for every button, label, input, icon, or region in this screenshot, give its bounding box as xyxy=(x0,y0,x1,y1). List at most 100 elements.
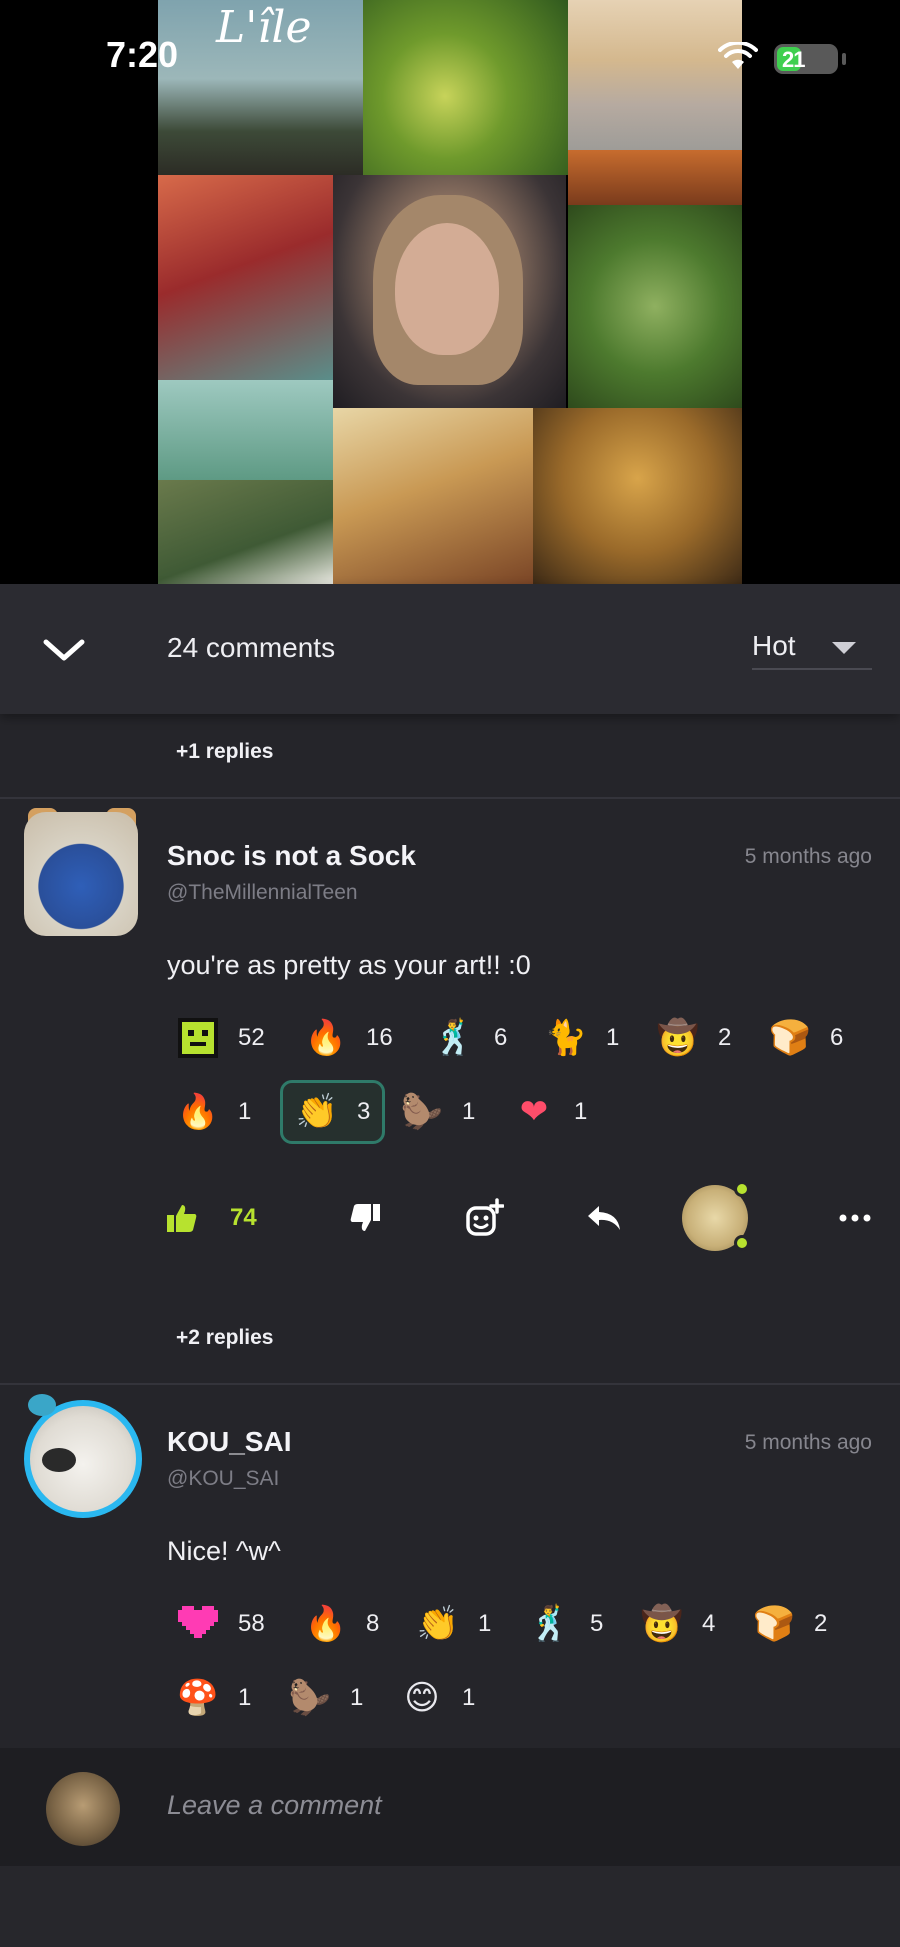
badge-dot xyxy=(734,1181,750,1197)
reaction-count: 1 xyxy=(462,1684,476,1711)
reaction-chip[interactable]: 🍞 2 xyxy=(752,1594,828,1654)
reaction-chip[interactable]: 58 xyxy=(176,1594,265,1654)
view-replies-link[interactable]: +1 replies xyxy=(176,740,273,764)
comment-count: 24 comments xyxy=(167,632,336,663)
collage-tile-sky xyxy=(158,380,333,480)
post-image-area[interactable]: L'île 7:20 21 xyxy=(0,0,900,584)
comment-handle[interactable]: @KOU_SAI xyxy=(167,1467,279,1491)
avatar[interactable] xyxy=(24,812,138,936)
comment-action-bar: 74 xyxy=(0,1178,900,1258)
sort-dropdown[interactable]: Hot xyxy=(752,620,872,670)
comment-text: Nice! ^w^ xyxy=(167,1536,281,1566)
view-replies-link[interactable]: +2 replies xyxy=(176,1326,273,1350)
collage-tile-kitchen xyxy=(333,408,533,584)
reaction-chip[interactable]: 🔥 16 xyxy=(304,1008,393,1068)
add-emoji-icon xyxy=(466,1198,504,1236)
add-reaction-button[interactable] xyxy=(456,1178,512,1258)
reaction-chip-selected[interactable]: 👏 3 xyxy=(280,1080,386,1144)
reply-button[interactable] xyxy=(578,1178,630,1258)
bread-icon: 🍞 xyxy=(768,1019,812,1057)
collapse-comments-button[interactable] xyxy=(38,624,90,676)
like-count: 74 xyxy=(230,1204,257,1231)
reaction-chip[interactable]: 👏 1 xyxy=(416,1594,492,1654)
reaction-count: 52 xyxy=(238,1024,265,1051)
reaction-count: 5 xyxy=(590,1610,604,1637)
battery-tip xyxy=(842,53,846,65)
collage-tile-jungle xyxy=(363,0,568,175)
bread-icon: 🍞 xyxy=(752,1605,796,1643)
beaver-icon: 🦫 xyxy=(288,1679,332,1717)
reaction-count: 1 xyxy=(462,1098,476,1125)
reply-arrow-icon xyxy=(588,1206,620,1230)
more-dots-icon xyxy=(839,1214,871,1222)
like-button[interactable]: 74 xyxy=(166,1178,276,1258)
reaction-count: 2 xyxy=(814,1610,828,1637)
status-time: 7:20 xyxy=(106,34,179,75)
reaction-chip[interactable]: 🦫 1 xyxy=(288,1668,364,1728)
reaction-count: 6 xyxy=(494,1024,508,1051)
comments-header: 24 comments Hot xyxy=(0,584,900,714)
comment-text: you're as pretty as your art!! :0 xyxy=(167,950,531,980)
collage-tile-comic xyxy=(568,150,742,205)
comment-handle[interactable]: @TheMillennialTeen xyxy=(167,881,358,905)
green-pixel-face-icon xyxy=(176,1016,220,1060)
dislike-button[interactable] xyxy=(340,1178,390,1258)
comment-timestamp: 5 months ago xyxy=(744,845,872,868)
reaction-count: 2 xyxy=(718,1024,732,1051)
dancing-figure-icon: 🕺 xyxy=(528,1605,572,1643)
pink-pixel-heart-icon xyxy=(176,1602,220,1646)
reaction-chip[interactable]: 😊 1 xyxy=(400,1668,475,1728)
reaction-chip[interactable]: 🍄 1 xyxy=(176,1668,252,1728)
cowboy-face-icon: 🤠 xyxy=(656,1019,700,1057)
reaction-count: 1 xyxy=(574,1098,588,1125)
collage-tile-lile: L'île xyxy=(158,0,363,175)
collage-tile-people xyxy=(533,408,742,584)
more-options-button[interactable] xyxy=(830,1178,880,1258)
reaction-chip[interactable]: 🍞 6 xyxy=(768,1008,844,1068)
reaction-count: 3 xyxy=(357,1098,371,1125)
comment-username[interactable]: Snoc is not a Sock xyxy=(167,840,416,872)
heart-icon: ❤ xyxy=(519,1093,549,1131)
reaction-count: 1 xyxy=(478,1610,492,1637)
fire-pixel-icon: 🔥 xyxy=(304,1605,348,1643)
clapping-hands-icon: 👏 xyxy=(295,1093,339,1131)
reaction-chip[interactable]: 🤠 2 xyxy=(656,1008,732,1068)
comment-username[interactable]: KOU_SAI xyxy=(167,1426,291,1458)
collage-tile-room xyxy=(158,175,333,380)
thumbs-down-icon xyxy=(350,1204,380,1231)
leave-comment-bar[interactable]: Leave a comment xyxy=(0,1748,900,1866)
dancing-figure-icon: 🕺 xyxy=(432,1019,476,1057)
wifi-icon xyxy=(718,42,758,69)
smiling-face-icon: 😊 xyxy=(404,1679,440,1717)
cat-sticker-icon: 🐈 xyxy=(544,1019,588,1057)
current-user-avatar[interactable] xyxy=(46,1772,120,1846)
selfie-face xyxy=(395,223,499,355)
reaction-chip[interactable]: 🔥 1 xyxy=(176,1082,252,1142)
reaction-chip[interactable]: 🔥 8 xyxy=(304,1594,380,1654)
reaction-chip[interactable]: 🐈 1 xyxy=(544,1008,620,1068)
reaction-chip[interactable]: 52 xyxy=(176,1008,265,1068)
reaction-chip[interactable]: ❤ 1 xyxy=(512,1082,588,1142)
reaction-chip[interactable]: 🤠 4 xyxy=(640,1594,716,1654)
art-collage-image[interactable]: L'île xyxy=(158,0,742,584)
reaction-chip[interactable]: 🕺 5 xyxy=(528,1594,604,1654)
comment-timestamp: 5 months ago xyxy=(744,1431,872,1454)
collage-tile-town xyxy=(568,0,742,150)
reaction-chip[interactable]: 🕺 6 xyxy=(432,1008,508,1068)
comment-input[interactable]: Leave a comment xyxy=(167,1790,382,1821)
fire-pixel-icon: 🔥 xyxy=(304,1019,348,1057)
thumbs-up-icon xyxy=(167,1205,197,1232)
reaction-count: 58 xyxy=(238,1610,265,1637)
bottom-safe-area xyxy=(0,1866,900,1947)
cat-avatar-icon xyxy=(682,1181,750,1251)
reactor-avatar[interactable] xyxy=(680,1178,750,1258)
sort-selected-value: Hot xyxy=(752,630,796,661)
collage-tile-forest xyxy=(568,205,742,408)
reaction-count: 8 xyxy=(366,1610,380,1637)
collage-tile-selfie xyxy=(333,175,566,408)
chevron-down-icon xyxy=(43,639,85,661)
beaver-icon: 🦫 xyxy=(400,1093,444,1131)
reaction-chip[interactable]: 🦫 1 xyxy=(400,1082,476,1142)
reaction-count: 1 xyxy=(350,1684,364,1711)
reaction-count: 1 xyxy=(238,1098,252,1125)
